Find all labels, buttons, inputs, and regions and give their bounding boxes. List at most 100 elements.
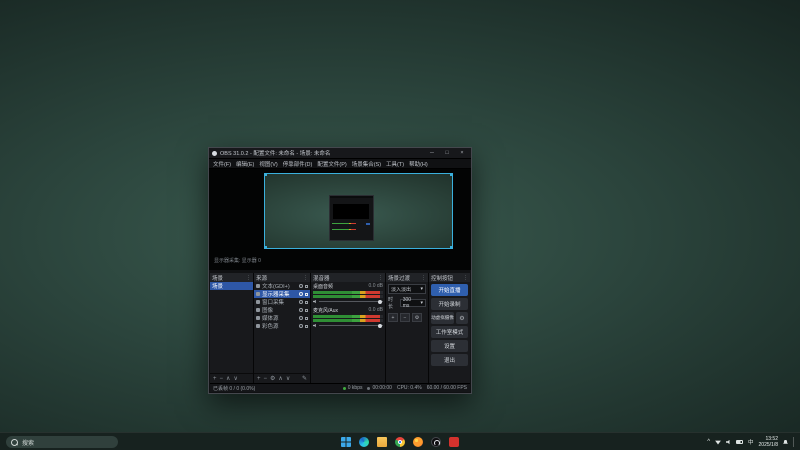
- source-up-icon[interactable]: ∧: [278, 376, 282, 382]
- speaker-icon[interactable]: [313, 299, 316, 304]
- visibility-eye-icon[interactable]: [299, 308, 303, 312]
- start-button[interactable]: [341, 437, 351, 447]
- controls-dock-header[interactable]: 控制按钮 ⋮: [429, 273, 470, 282]
- controls-body: 开始直播 开始录制 启动虚拟摄像机 ⚙ 工作室模式 设置 退出: [429, 282, 470, 383]
- studio-mode-button[interactable]: 工作室模式: [431, 326, 468, 338]
- taskbar-search[interactable]: 搜索: [6, 436, 118, 448]
- clock[interactable]: 13:52 2025/1/8: [759, 436, 778, 448]
- scene-down-icon[interactable]: ∨: [233, 376, 237, 382]
- scene-row[interactable]: 场景: [210, 282, 253, 290]
- menu-docks[interactable]: 停靠部件(D): [283, 160, 313, 168]
- spin-caret-icon[interactable]: ▾: [420, 300, 423, 306]
- volume-icon[interactable]: [726, 439, 730, 445]
- volume-meter: [313, 319, 383, 322]
- source-row[interactable]: 文本(GDI+): [254, 282, 310, 290]
- menu-tools[interactable]: 工具(T): [386, 160, 404, 168]
- scenes-dock-header[interactable]: 场景 ⋮: [210, 273, 253, 282]
- dock-menu-icon[interactable]: ⋮: [463, 275, 468, 281]
- exit-button[interactable]: 退出: [431, 354, 468, 366]
- menu-file[interactable]: 文件(F): [213, 160, 231, 168]
- duration-spinbox[interactable]: 300 ms ▾: [399, 297, 426, 309]
- volume-slider-knob[interactable]: [377, 299, 382, 304]
- speaker-icon[interactable]: [313, 323, 316, 328]
- dock-menu-icon[interactable]: ⋮: [303, 275, 308, 281]
- maximize-button[interactable]: □: [441, 148, 453, 158]
- dock-menu-icon[interactable]: ⋮: [246, 275, 251, 281]
- close-button[interactable]: ×: [456, 148, 468, 158]
- volume-slider-row: [313, 298, 383, 305]
- add-source-icon[interactable]: +: [257, 376, 261, 382]
- firefox-icon[interactable]: [413, 437, 423, 447]
- dock-menu-icon[interactable]: ⋮: [421, 275, 426, 281]
- menu-help[interactable]: 帮助(H): [409, 160, 428, 168]
- start-streaming-button[interactable]: 开始直播: [431, 284, 468, 296]
- network-icon[interactable]: [715, 440, 721, 445]
- start-recording-button[interactable]: 开始录制: [431, 298, 468, 310]
- source-edit-icon[interactable]: ✎: [302, 376, 307, 382]
- lock-icon[interactable]: [305, 284, 308, 288]
- obs-window: OBS 31.0.2 - 配置文件: 未命名 - 场景: 未命名 ─ □ × 文…: [208, 147, 472, 394]
- transitions-dock-header[interactable]: 场景过渡 ⋮: [386, 273, 428, 282]
- volume-slider-track[interactable]: [319, 299, 383, 304]
- battery-icon[interactable]: [736, 440, 744, 444]
- menu-profile[interactable]: 配置文件(P): [317, 160, 346, 168]
- add-scene-icon[interactable]: +: [213, 376, 217, 382]
- obs-taskbar-icon[interactable]: [431, 437, 441, 447]
- settings-button[interactable]: 设置: [431, 340, 468, 352]
- notification-bell-icon[interactable]: [783, 439, 788, 444]
- lock-icon[interactable]: [305, 324, 308, 328]
- source-properties-gear-icon[interactable]: ⚙: [270, 376, 275, 382]
- menu-edit[interactable]: 编辑(E): [236, 160, 254, 168]
- visibility-eye-icon[interactable]: [299, 292, 303, 296]
- sources-dock-header[interactable]: 来源 ⋮: [254, 273, 310, 282]
- source-row[interactable]: 彩色源: [254, 322, 310, 330]
- menu-view[interactable]: 视图(V): [259, 160, 277, 168]
- menu-scene-collection[interactable]: 场景集合(S): [352, 160, 381, 168]
- preview-canvas[interactable]: 显示器采集: 显示器 0: [209, 169, 471, 270]
- chrome-icon[interactable]: [395, 437, 405, 447]
- minimize-button[interactable]: ─: [426, 148, 438, 158]
- remove-transition-button[interactable]: −: [400, 313, 410, 322]
- remove-source-icon[interactable]: −: [264, 376, 268, 382]
- selection-handle[interactable]: [264, 173, 267, 176]
- source-row[interactable]: 窗口采集: [254, 298, 310, 306]
- virtual-camera-gear-icon[interactable]: ⚙: [456, 312, 468, 324]
- transition-properties-button[interactable]: ⚙: [412, 313, 422, 322]
- red-app-icon[interactable]: [449, 437, 459, 447]
- start-virtual-camera-button[interactable]: 启动虚拟摄像机: [431, 312, 454, 324]
- search-placeholder: 搜索: [22, 440, 35, 447]
- selection-handle[interactable]: [450, 173, 453, 176]
- selection-handle[interactable]: [264, 246, 267, 249]
- dock-menu-icon[interactable]: ⋮: [378, 275, 383, 281]
- lock-icon[interactable]: [305, 316, 308, 320]
- transition-select[interactable]: 淡入淡出 ▾: [388, 284, 426, 294]
- source-selection-rect[interactable]: [264, 173, 453, 249]
- selection-handle[interactable]: [450, 246, 453, 249]
- source-row[interactable]: 媒体源: [254, 314, 310, 322]
- show-desktop-button[interactable]: [793, 437, 796, 447]
- add-transition-button[interactable]: +: [388, 313, 398, 322]
- timer-value: 00:00:00: [372, 385, 392, 391]
- title-bar[interactable]: OBS 31.0.2 - 配置文件: 未命名 - 场景: 未命名 ─ □ ×: [209, 148, 471, 159]
- volume-meter: [313, 291, 383, 294]
- source-row-selected[interactable]: 显示器采集: [254, 290, 310, 298]
- remove-scene-icon[interactable]: −: [220, 376, 224, 382]
- visibility-eye-icon[interactable]: [299, 300, 303, 304]
- scene-up-icon[interactable]: ∧: [226, 376, 230, 382]
- file-explorer-icon[interactable]: [377, 437, 387, 447]
- volume-slider-track[interactable]: [319, 323, 383, 328]
- source-down-icon[interactable]: ∨: [286, 376, 290, 382]
- visibility-eye-icon[interactable]: [299, 316, 303, 320]
- source-row[interactable]: 图像: [254, 306, 310, 314]
- edge-icon[interactable]: [359, 437, 369, 447]
- lock-icon[interactable]: [305, 300, 308, 304]
- visibility-eye-icon[interactable]: [299, 284, 303, 288]
- tray-chevron-up-icon[interactable]: ^: [707, 439, 710, 445]
- lock-icon[interactable]: [305, 308, 308, 312]
- mixer-dock-header[interactable]: 混音器 ⋮: [311, 273, 385, 282]
- lock-icon[interactable]: [305, 292, 308, 296]
- language-indicator[interactable]: 中: [748, 438, 754, 446]
- visibility-eye-icon[interactable]: [299, 324, 303, 328]
- volume-slider-knob[interactable]: [377, 323, 382, 328]
- volume-meter-fill: [313, 295, 381, 298]
